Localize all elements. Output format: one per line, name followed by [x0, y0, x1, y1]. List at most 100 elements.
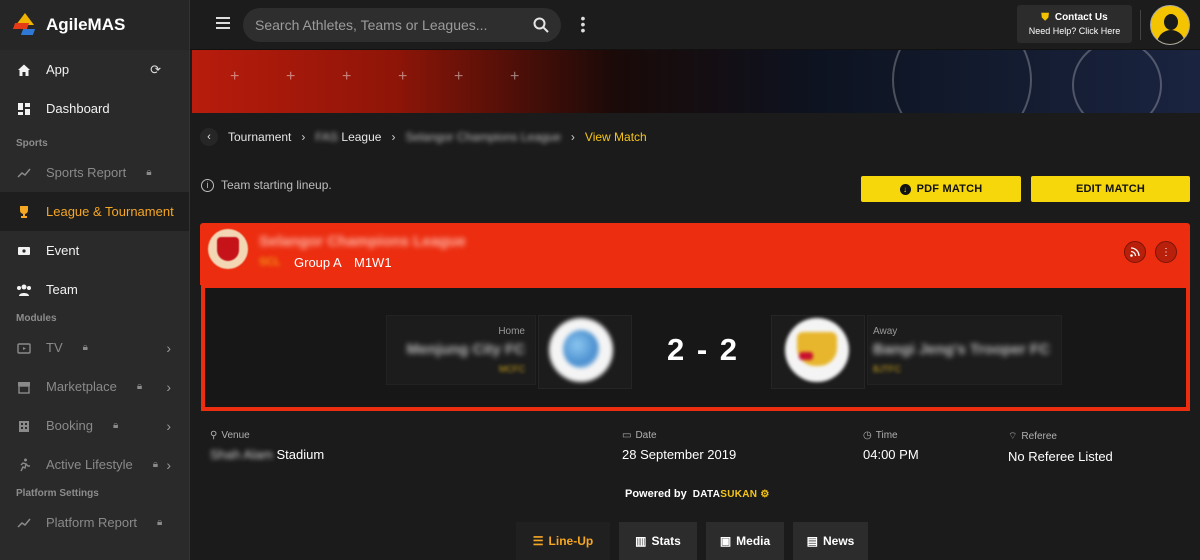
- contact-us-button[interactable]: ⛊ Contact Us Need Help? Click Here: [1017, 5, 1132, 43]
- section-sports: Sports: [16, 138, 48, 149]
- chevron-left-icon[interactable]: ‹: [200, 128, 218, 146]
- lock-icon: 🔒︎: [112, 420, 119, 431]
- search-icon[interactable]: [533, 17, 549, 33]
- venue-city: Shah Alam: [210, 447, 273, 462]
- sidebar-item-label: Active Lifestyle: [46, 457, 133, 472]
- sidebar-item-booking[interactable]: Booking 🔒︎ ›: [0, 406, 189, 445]
- agilemas-logo-icon: [12, 13, 36, 37]
- sidebar-item-sports-report[interactable]: Sports Report 🔒︎: [0, 153, 189, 192]
- away-team-crest: [785, 318, 849, 382]
- sidebar-item-dashboard[interactable]: Dashboard: [0, 89, 189, 128]
- home-team-name: Menjung City FC: [406, 341, 525, 358]
- sidebar: AgileMAS App ⟳ Dashboard Sports Sports R…: [0, 0, 190, 560]
- sidebar-item-event[interactable]: Event: [0, 231, 189, 270]
- datasukan-logo[interactable]: DATASUKAN ⚙: [693, 489, 770, 500]
- lock-icon: 🔒︎: [152, 459, 159, 470]
- breadcrumb-league-prefix: FAS: [315, 130, 339, 144]
- sidebar-item-label: App: [46, 62, 70, 77]
- brand-sukan: SUKAN: [720, 488, 758, 500]
- run-icon: [16, 457, 32, 473]
- rss-icon[interactable]: [1124, 241, 1146, 263]
- brand[interactable]: AgileMAS: [0, 0, 189, 50]
- league-abbr: SCL: [259, 256, 281, 268]
- contact-subtitle: Need Help? Click Here: [1028, 26, 1121, 36]
- trending-icon: [16, 515, 32, 531]
- away-team-box[interactable]: Away Bangi Jeng's Trooper FC BJTFC: [867, 315, 1062, 385]
- match-group: Group A: [294, 255, 342, 270]
- avatar[interactable]: [1150, 5, 1190, 45]
- powered-by: Powered by DATASUKAN ⚙: [625, 488, 770, 500]
- search-box: [243, 8, 561, 42]
- match-score: 2 - 2: [667, 332, 740, 367]
- ticket-icon: [16, 243, 32, 259]
- info-text: Team starting lineup.: [221, 178, 332, 192]
- breadcrumb-tournament[interactable]: Tournament: [228, 130, 291, 144]
- sidebar-item-label: Marketplace: [46, 379, 117, 394]
- refresh-icon[interactable]: ⟳: [150, 62, 161, 78]
- date-detail: ▭ Date 28 September 2019: [622, 430, 736, 462]
- match-card-header: Selangor Champions League SCL Group A M1…: [200, 223, 1190, 285]
- away-label: Away: [873, 326, 898, 337]
- divider: [1140, 10, 1141, 40]
- sidebar-item-team[interactable]: Team: [0, 270, 189, 309]
- home-icon: [16, 62, 32, 78]
- sidebar-item-app[interactable]: App ⟳: [0, 50, 189, 89]
- shield-icon: ⛊: [1041, 12, 1049, 23]
- away-team-name: Bangi Jeng's Trooper FC: [873, 341, 1050, 358]
- chevron-right-icon: ›: [391, 130, 396, 144]
- date-value: 28 September 2019: [622, 447, 737, 462]
- whistle-icon: ⌔: [1008, 431, 1018, 442]
- info-icon: i: [201, 178, 214, 192]
- home-team-box[interactable]: Home Menjung City FC MCFC: [386, 315, 536, 385]
- referee-detail: ⌔ Referee No Referee Listed: [1008, 430, 1113, 464]
- bar-chart-icon: ▥: [635, 534, 647, 548]
- breadcrumb-current: View Match: [584, 130, 647, 144]
- sidebar-item-tv[interactable]: TV 🔒︎ ›: [0, 328, 189, 367]
- league-name: Selangor Champions League: [259, 233, 466, 250]
- tab-label: Line-Up: [548, 534, 594, 548]
- app-root: AgileMAS App ⟳ Dashboard Sports Sports R…: [0, 0, 1200, 560]
- sidebar-item-label: Event: [46, 243, 80, 258]
- more-vertical-icon[interactable]: • • •: [578, 11, 588, 37]
- menu-icon[interactable]: [216, 17, 230, 31]
- venue-detail: ⚲ Venue Shah Alam Stadium: [210, 430, 324, 462]
- tab-line-up[interactable]: ☰ Line-Up: [516, 522, 610, 560]
- sidebar-item-label: Team: [46, 282, 78, 297]
- lock-icon: 🔒︎: [146, 167, 152, 178]
- tab-media[interactable]: ▣ Media: [706, 522, 784, 560]
- dashboard-icon: [16, 101, 32, 117]
- breadcrumb-league[interactable]: FAS League: [315, 130, 381, 144]
- league-badge: [208, 229, 248, 269]
- away-team-abbr: BJTFC: [873, 364, 901, 374]
- lock-icon: 🔒︎: [157, 517, 163, 528]
- breadcrumb-competition[interactable]: Selangor Champions League: [405, 130, 560, 144]
- tab-stats[interactable]: ▥ Stats: [619, 522, 697, 560]
- chevron-right-icon: ›: [166, 339, 171, 356]
- pdf-match-button[interactable]: ↓ PDF MATCH: [861, 176, 1021, 202]
- edit-match-label: EDIT MATCH: [1075, 183, 1145, 195]
- sidebar-item-label: TV: [46, 340, 63, 355]
- tab-label: Stats: [651, 534, 681, 548]
- sidebar-item-label: Sports Report: [46, 165, 127, 180]
- sidebar-item-label: Dashboard: [46, 101, 110, 116]
- sidebar-item-marketplace[interactable]: Marketplace 🔒︎ ›: [0, 367, 189, 406]
- match-card-body: Home Menjung City FC MCFC 2 - 2 Away Ban…: [201, 284, 1190, 411]
- more-vertical-icon[interactable]: ⋮: [1155, 241, 1177, 263]
- time-detail: ◷ Time 04:00 PM: [863, 430, 919, 462]
- sidebar-item-label: Platform Report: [46, 515, 138, 530]
- trophy-icon: [16, 204, 32, 220]
- building-icon: [16, 418, 32, 434]
- pdf-match-label: PDF MATCH: [916, 183, 983, 195]
- search-input[interactable]: [255, 17, 533, 33]
- brand-name: AgileMAS: [46, 15, 126, 34]
- news-icon: ▤: [806, 534, 818, 548]
- sidebar-item-platform-report[interactable]: Platform Report 🔒︎: [0, 503, 189, 542]
- referee-label: Referee: [1021, 431, 1057, 442]
- chevron-right-icon: ›: [570, 130, 575, 144]
- section-modules: Modules: [16, 313, 57, 324]
- edit-match-button[interactable]: EDIT MATCH: [1031, 176, 1190, 202]
- tab-news[interactable]: ▤ News: [793, 522, 868, 560]
- sidebar-item-league-tournament[interactable]: League & Tournament: [0, 192, 189, 231]
- tab-label: Media: [736, 534, 771, 548]
- sidebar-item-active-lifestyle[interactable]: Active Lifestyle 🔒︎ ›: [0, 445, 189, 484]
